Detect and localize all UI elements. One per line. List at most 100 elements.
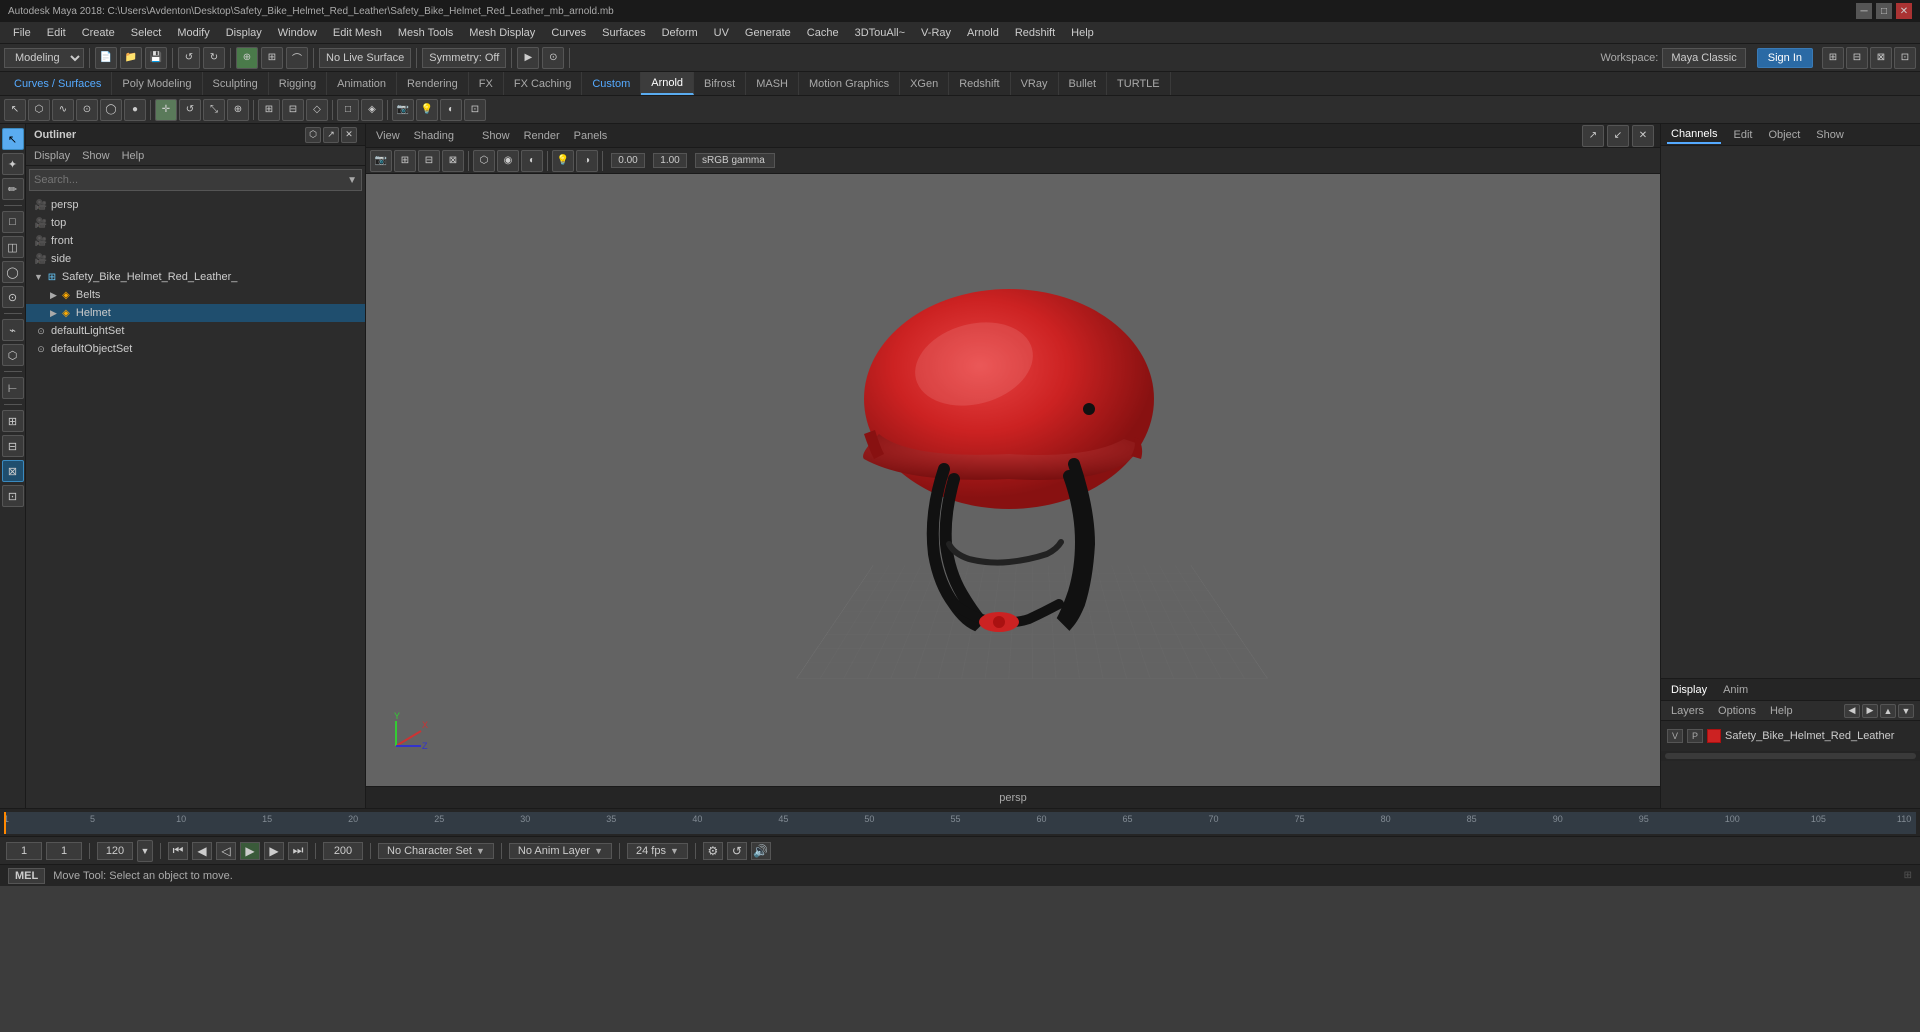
frame-range-end-field[interactable]: [97, 842, 133, 860]
pb-btn-extra2[interactable]: 🔊: [751, 842, 771, 860]
material-btn[interactable]: ◐: [440, 99, 462, 121]
tree-item-helmet[interactable]: ▶ ◈ Helmet: [26, 304, 365, 322]
vp-tb-layout-4[interactable]: ⊞: [394, 150, 416, 172]
tree-item-safety-bike-group[interactable]: ▼ ⊞ Safety_Bike_Helmet_Red_Leather_: [26, 268, 365, 286]
sign-in-button[interactable]: Sign In: [1757, 48, 1813, 68]
outliner-menu-help[interactable]: Help: [118, 149, 149, 163]
universal-tool[interactable]: ⊕: [227, 99, 249, 121]
soft-sel[interactable]: ⊙: [2, 286, 24, 308]
outliner-close-btn[interactable]: ✕: [341, 127, 357, 143]
snap-to-grid[interactable]: ⊟: [282, 99, 304, 121]
select-highlight[interactable]: □: [337, 99, 359, 121]
tab-custom[interactable]: Custom: [582, 72, 641, 95]
frame-start-field[interactable]: [6, 842, 42, 860]
vp-tb-wire[interactable]: ⬡: [473, 150, 495, 172]
layer-p-btn[interactable]: P: [1687, 729, 1703, 743]
pb-btn-extra1[interactable]: ↺: [727, 842, 747, 860]
menu-deform[interactable]: Deform: [655, 25, 705, 41]
layer-v-btn[interactable]: V: [1667, 729, 1683, 743]
scale-tool[interactable]: ⤡: [203, 99, 225, 121]
rp-tab-edit[interactable]: Edit: [1729, 127, 1756, 143]
redo-button[interactable]: ↻: [203, 47, 225, 69]
disk-tool[interactable]: ●: [124, 99, 146, 121]
menu-cache[interactable]: Cache: [800, 25, 846, 41]
layers-scroll-d[interactable]: ▼: [1898, 704, 1914, 718]
gamma-input-l[interactable]: [611, 153, 645, 168]
rp-tab-show[interactable]: Show: [1812, 127, 1848, 143]
outliner-collapse-btn[interactable]: ↗: [323, 127, 339, 143]
no-character-arrow[interactable]: ▼: [476, 846, 485, 856]
soft-select-tool[interactable]: ⊙: [76, 99, 98, 121]
menu-generate[interactable]: Generate: [738, 25, 798, 41]
loop-sel[interactable]: ◯: [2, 261, 24, 283]
anim-end-field[interactable]: [323, 842, 363, 860]
menu-curves[interactable]: Curves: [544, 25, 593, 41]
minimize-button[interactable]: ─: [1856, 3, 1872, 19]
layers-menu-options[interactable]: Options: [1714, 704, 1760, 718]
layer-row-safety-bike[interactable]: V P Safety_Bike_Helmet_Red_Leather: [1665, 725, 1916, 747]
layers-menu-layers[interactable]: Layers: [1667, 704, 1708, 718]
viewport-canvas[interactable]: X Y Z: [366, 174, 1660, 786]
menu-mesh-display[interactable]: Mesh Display: [462, 25, 542, 41]
vp-tb-flat[interactable]: ◐: [521, 150, 543, 172]
right-icon-3[interactable]: ⊠: [1870, 47, 1892, 69]
play-fwd-button[interactable]: ▶: [240, 842, 260, 860]
go-end-button[interactable]: ⏭: [288, 842, 308, 860]
save-file-button[interactable]: 💾: [145, 47, 167, 69]
layers-scroll-r[interactable]: ▶: [1862, 704, 1878, 718]
tab-arnold[interactable]: Arnold: [641, 72, 694, 95]
outliner-menu-show[interactable]: Show: [78, 149, 114, 163]
ipr-button[interactable]: ⊙: [542, 47, 564, 69]
tab-mash[interactable]: MASH: [746, 72, 799, 95]
menu-3dtouall[interactable]: 3DTouAll~: [848, 25, 912, 41]
menu-create[interactable]: Create: [75, 25, 122, 41]
undo-button[interactable]: ↺: [178, 47, 200, 69]
layers-scroll-track[interactable]: [1665, 753, 1916, 759]
tab-bullet[interactable]: Bullet: [1059, 72, 1108, 95]
window-controls[interactable]: ─ □ ✕: [1856, 3, 1912, 19]
select-mode-button[interactable]: ⊕: [236, 47, 258, 69]
tree-item-object-set[interactable]: ⊙ defaultObjectSet: [26, 340, 365, 358]
menu-modify[interactable]: Modify: [170, 25, 216, 41]
menu-window[interactable]: Window: [271, 25, 324, 41]
vp-tb-shadow[interactable]: ◑: [576, 150, 598, 172]
maximize-button[interactable]: □: [1876, 3, 1892, 19]
mode-select[interactable]: Modeling: [4, 48, 84, 68]
layout-d[interactable]: ⊡: [2, 485, 24, 507]
circle-tool[interactable]: ◯: [100, 99, 122, 121]
tree-item-front[interactable]: 🎥 front: [26, 232, 365, 250]
layers-scroll-l[interactable]: ◀: [1844, 704, 1860, 718]
go-start-button[interactable]: ⏮: [168, 842, 188, 860]
outliner-menu-display[interactable]: Display: [30, 149, 74, 163]
outliner-expand-btn[interactable]: ⬡: [305, 127, 321, 143]
render-button[interactable]: ▶: [517, 47, 539, 69]
menu-edit-mesh[interactable]: Edit Mesh: [326, 25, 389, 41]
vp-tb-lights[interactable]: 💡: [552, 150, 574, 172]
settings-btn[interactable]: ⚙: [703, 842, 723, 860]
menu-file[interactable]: File: [6, 25, 38, 41]
tab-redshift[interactable]: Redshift: [949, 72, 1010, 95]
region-sel[interactable]: ◫: [2, 236, 24, 258]
tab-curves-surfaces[interactable]: Curves / Surfaces: [4, 72, 112, 95]
step-fwd-button[interactable]: ▶: [264, 842, 284, 860]
tab-sculpting[interactable]: Sculpting: [203, 72, 269, 95]
no-anim-layer-arrow[interactable]: ▼: [594, 846, 603, 856]
menu-uv[interactable]: UV: [707, 25, 736, 41]
show-manip[interactable]: ⊞: [258, 99, 280, 121]
crease-tool[interactable]: ⌁: [2, 319, 24, 341]
layout-a[interactable]: ⊞: [2, 410, 24, 432]
snap-grid-button[interactable]: ⊞: [261, 47, 283, 69]
paint-select-tool[interactable]: ⬡: [28, 99, 50, 121]
symmetry-label[interactable]: Symmetry: Off: [422, 48, 506, 68]
vp-corner-btn2[interactable]: ↙: [1607, 125, 1629, 147]
vp-menu-show[interactable]: Show: [478, 129, 514, 143]
tree-item-light-set[interactable]: ⊙ defaultLightSet: [26, 322, 365, 340]
timeline-ruler[interactable]: 1 5 10 15 20 25 30 35 40 45 50 55 60 65 …: [4, 812, 1916, 834]
menu-vray[interactable]: V-Ray: [914, 25, 958, 41]
right-icon-2[interactable]: ⊟: [1846, 47, 1868, 69]
right-icon-1[interactable]: ⊞: [1822, 47, 1844, 69]
menu-mesh-tools[interactable]: Mesh Tools: [391, 25, 460, 41]
tab-rendering[interactable]: Rendering: [397, 72, 469, 95]
snap-to-point[interactable]: ◇: [306, 99, 328, 121]
rp-tab-object[interactable]: Object: [1764, 127, 1804, 143]
